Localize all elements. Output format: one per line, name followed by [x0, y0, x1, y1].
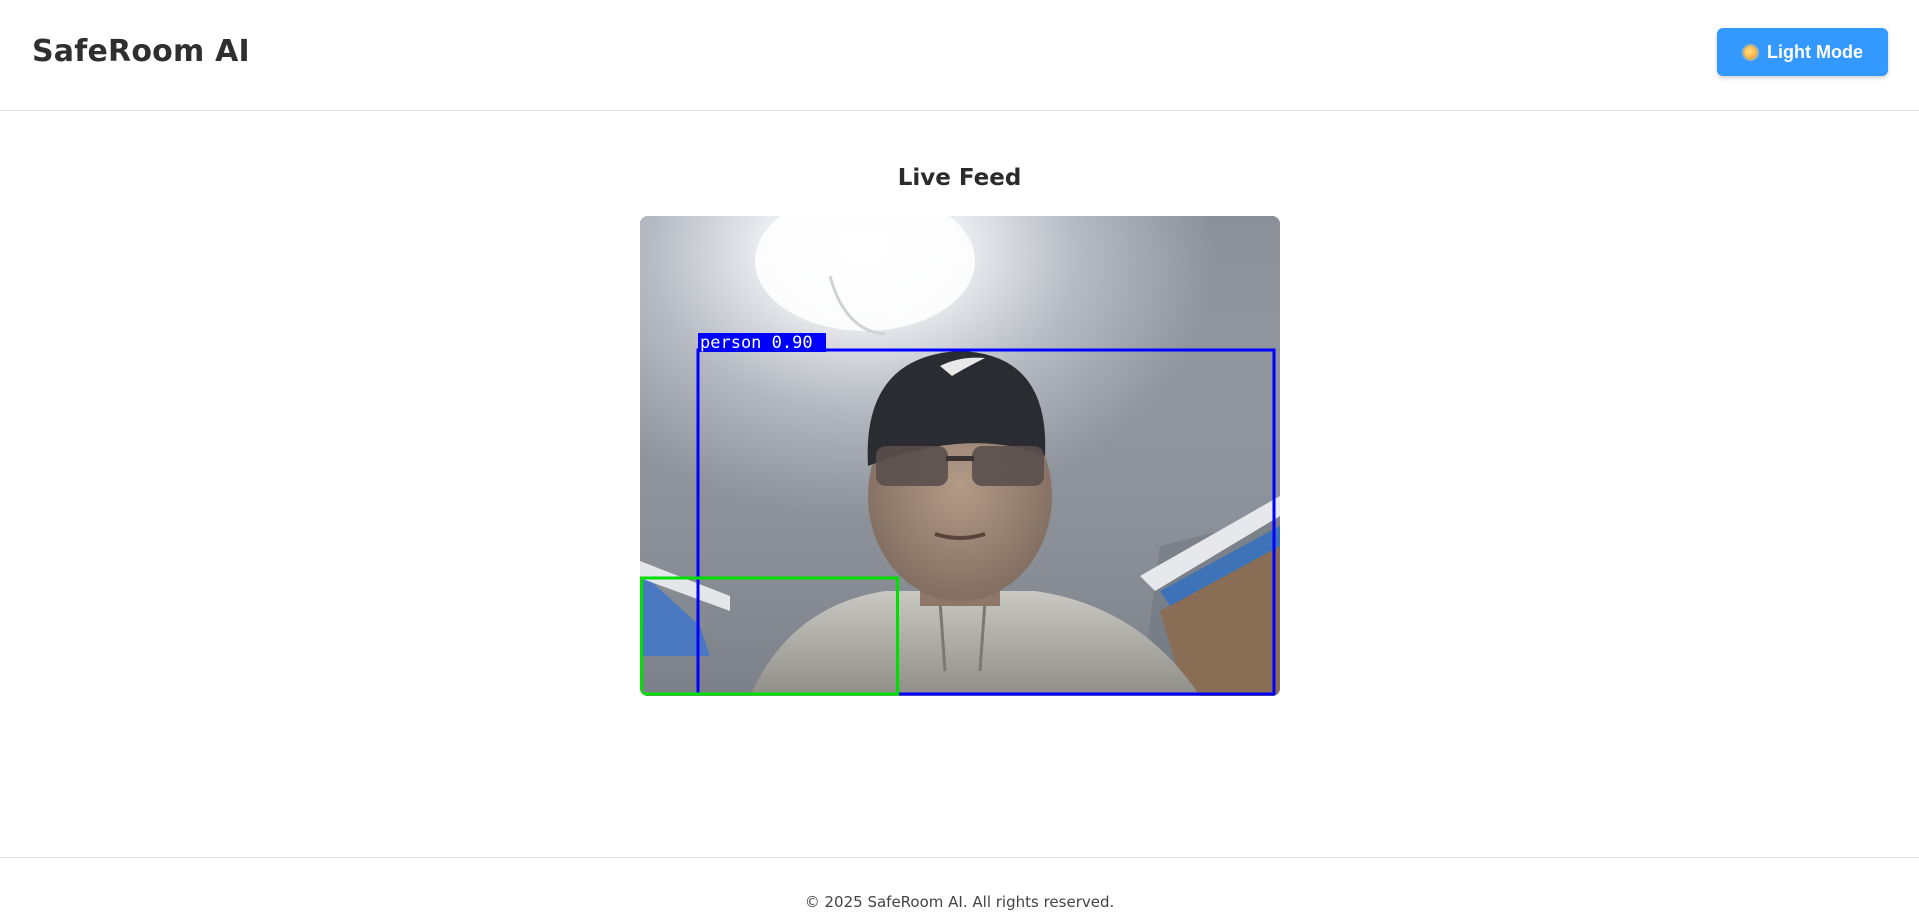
detection-label-person: person 0.90: [700, 333, 813, 353]
section-title: Live Feed: [897, 165, 1022, 191]
sun-icon: [1742, 44, 1759, 61]
theme-toggle-label: Light Mode: [1767, 41, 1863, 62]
live-feed-video: person 0.90: [640, 216, 1280, 696]
footer-copyright: © 2025 SafeRoom AI. All rights reserved.: [804, 893, 1115, 911]
top-bar: SafeRoom AI Light Mode: [0, 0, 1919, 111]
camera-frame: person 0.90: [640, 216, 1280, 696]
sunglasses-right: [972, 446, 1044, 486]
theme-toggle-button[interactable]: Light Mode: [1717, 28, 1888, 76]
sunglasses-left: [876, 446, 948, 486]
brand-title: SafeRoom AI: [32, 34, 250, 69]
main-content: Live Feed person 0.90: [0, 112, 1919, 857]
footer: © 2025 SafeRoom AI. All rights reserved.: [0, 857, 1919, 922]
app-root: SafeRoom AI Light Mode Live Feed person …: [0, 0, 1919, 922]
